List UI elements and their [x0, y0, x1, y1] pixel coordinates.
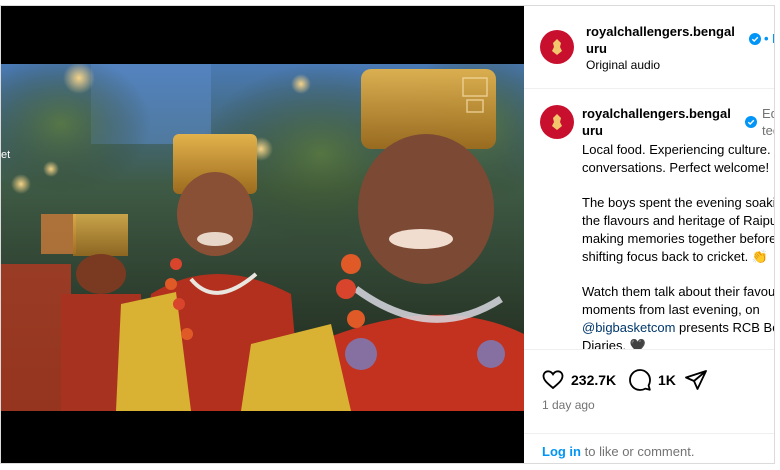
caption-username-line2[interactable]: uru — [582, 122, 731, 139]
video-player[interactable]: et — [1, 64, 524, 411]
avatar[interactable] — [540, 30, 574, 64]
verified-badge-icon — [745, 116, 757, 128]
edited-label: Edited — [762, 106, 774, 138]
header-username-line2[interactable]: uru — [586, 40, 735, 57]
send-share-icon[interactable] — [684, 368, 708, 392]
post-frame: et royalchallengers.bengal uru • Origina… — [0, 5, 775, 464]
like-count[interactable]: 232.7K — [571, 372, 616, 388]
video-frame-image — [1, 64, 524, 411]
login-link[interactable]: Log in — [542, 444, 581, 459]
post-media: et — [1, 6, 524, 463]
caption-text: Local food. Experiencing culture. conver… — [582, 141, 775, 349]
comment-count[interactable]: 1K — [658, 372, 676, 388]
caption-paragraph-3: Watch them talk about their favourite mo… — [582, 283, 775, 349]
actions-bar: 232.7K 1K 1 day ago Log in to like or co… — [524, 349, 774, 463]
mention-link[interactable]: @bigbasketcom — [582, 320, 675, 335]
caption-paragraph-2: The boys spent the evening soaking the f… — [582, 195, 775, 264]
caption-username[interactable]: royalchallengers.bengal uru — [582, 105, 731, 139]
caption-area: royalchallengers.bengal uru Edited Local… — [524, 89, 775, 349]
share-action[interactable] — [684, 368, 708, 392]
post-timestamp[interactable]: 1 day ago — [542, 398, 595, 412]
heart-icon[interactable] — [541, 368, 565, 392]
caption-avatar[interactable] — [540, 105, 574, 139]
header-username[interactable]: royalchallengers.bengal uru — [586, 23, 735, 57]
comment-action[interactable]: 1K — [628, 368, 676, 392]
post-header: royalchallengers.bengal uru • F Original… — [524, 6, 774, 89]
login-prompt: Log in to like or comment. — [524, 433, 774, 459]
header-username-line1[interactable]: royalchallengers.bengal — [586, 23, 735, 40]
caption-username-line1[interactable]: royalchallengers.bengal — [582, 105, 731, 122]
like-action[interactable]: 232.7K — [541, 368, 616, 392]
caption-p3-pre: Watch them talk about their favourite mo… — [582, 284, 775, 317]
rcb-lion-logo-icon — [552, 114, 562, 130]
login-prompt-text: to like or comment. — [584, 444, 695, 459]
follow-button[interactable]: • F — [764, 31, 774, 46]
audio-label[interactable]: Original audio — [586, 58, 660, 72]
verified-badge-icon — [749, 33, 761, 45]
edge-text: et — [1, 149, 11, 161]
comment-bubble-icon[interactable] — [628, 368, 652, 392]
post-side-panel: royalchallengers.bengal uru • F Original… — [524, 6, 775, 463]
rcb-lion-logo-icon — [552, 39, 562, 55]
caption-paragraph-1: Local food. Experiencing culture. conver… — [582, 142, 771, 175]
